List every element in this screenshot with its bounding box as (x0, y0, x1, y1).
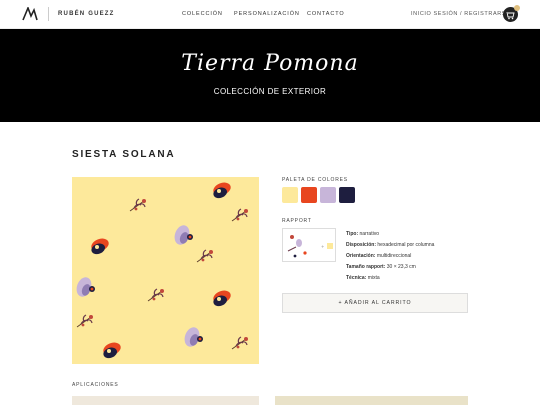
hero-title: Tierra Pomona (181, 51, 359, 76)
svg-text:+: + (321, 244, 324, 249)
brand-name[interactable]: RUBÉN GUEZZ (58, 11, 115, 17)
color-swatch-orange[interactable] (301, 187, 317, 203)
site-header: RUBÉN GUEZZ COLECCIÓN PERSONALIZACIÓN CO… (0, 0, 540, 29)
logo-icon[interactable] (22, 7, 38, 21)
spec-orientacion: Orientación: multidireccional (346, 253, 412, 259)
color-swatch-lilac[interactable] (320, 187, 336, 203)
rapport-label: RAPPORT (282, 218, 312, 224)
color-swatch-yellow[interactable] (282, 187, 298, 203)
application-image[interactable] (275, 396, 468, 405)
spec-disposicion: Disposición: hexadecimal por columna (346, 242, 435, 248)
nav-contacto[interactable]: CONTACTO (307, 11, 345, 17)
nav-personalizacion[interactable]: PERSONALIZACIÓN (234, 11, 300, 17)
pattern-illustration (74, 180, 249, 360)
spec-tamano-rapport: Tamaño rapport: 30 × 23,3 cm (346, 264, 416, 270)
product-title: SIESTA SOLANA (72, 149, 176, 160)
spec-tipo: Tipo: narrativo (346, 231, 379, 237)
hero-banner: Tierra Pomona COLECCIÓN DE EXTERIOR (0, 29, 540, 122)
color-swatch-navy[interactable] (339, 187, 355, 203)
hero-subtitle: COLECCIÓN DE EXTERIOR (213, 87, 327, 96)
applications-label: APLICACIONES (72, 382, 119, 388)
nav-coleccion[interactable]: COLECCIÓN (182, 11, 223, 17)
header-divider (48, 7, 49, 21)
rapport-preview: + (283, 229, 335, 261)
login-register-link[interactable]: INICIO SESIÓN / REGISTRARSE (411, 11, 510, 17)
add-to-cart-button[interactable]: + AÑADIR AL CARRITO (282, 293, 468, 313)
palette-label: PALETA DE COLORES (282, 177, 348, 183)
spec-tecnica: Técnica: mixta (346, 275, 380, 281)
rapport-thumbnail[interactable]: + (282, 228, 336, 262)
cart-badge (514, 5, 520, 11)
application-image[interactable] (72, 396, 259, 405)
pattern-image[interactable] (72, 177, 259, 364)
